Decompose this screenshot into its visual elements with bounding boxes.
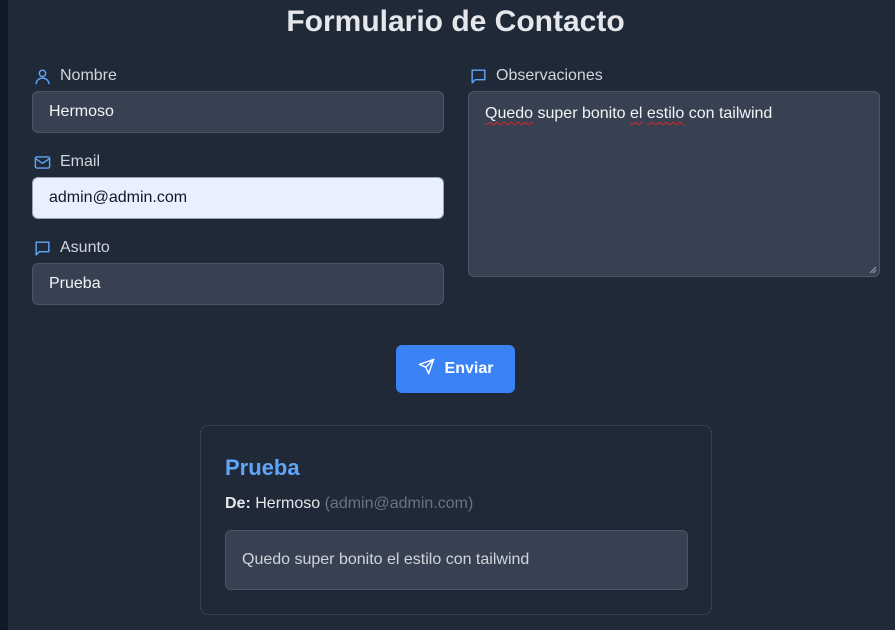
send-icon (418, 358, 435, 380)
email-input[interactable]: admin@admin.com (32, 177, 444, 219)
message-body-text: Quedo super bonito el estilo con tailwin… (242, 551, 530, 568)
email-label-text: Email (60, 153, 101, 170)
asunto-input[interactable]: Prueba (32, 263, 444, 305)
from-email: (admin@admin.com) (324, 495, 474, 512)
message-body: Quedo super bonito el estilo con tailwin… (225, 530, 688, 590)
asunto-label: Asunto (33, 238, 110, 258)
from-label: De: (225, 495, 251, 512)
observaciones-textarea[interactable]: Quedo super bonito el estilo con tailwin… (468, 91, 880, 277)
send-button-label: Enviar (444, 360, 494, 377)
spellcheck-word: el (630, 105, 643, 122)
message-subject: Prueba (225, 455, 300, 480)
send-button[interactable]: Enviar (396, 345, 515, 393)
spellcheck-word: Quedo (485, 105, 534, 122)
textarea-text: super bonito (533, 105, 630, 122)
observaciones-label: Observaciones (469, 66, 603, 86)
page-title: Formulario de Contacto (286, 5, 625, 38)
chat-icon (33, 239, 52, 258)
nombre-input[interactable]: Hermoso (32, 91, 444, 133)
textarea-text: con tailwind (684, 105, 773, 122)
resize-handle-icon[interactable] (869, 266, 877, 274)
message-card: Prueba De: Hermoso (admin@admin.com) Que… (200, 425, 712, 615)
mail-icon (33, 153, 52, 172)
from-name: Hermoso (255, 495, 321, 512)
user-icon (33, 67, 52, 86)
nombre-label: Nombre (33, 66, 117, 86)
chat-icon (469, 67, 488, 86)
observaciones-label-text: Observaciones (496, 67, 603, 84)
message-from: De: Hermoso (admin@admin.com) (225, 494, 473, 514)
spellcheck-word: estilo (646, 105, 685, 122)
asunto-input-value: Prueba (49, 275, 101, 292)
email-input-value: admin@admin.com (49, 189, 188, 206)
asunto-label-text: Asunto (60, 239, 110, 256)
left-edge-strip (0, 0, 8, 630)
nombre-input-value: Hermoso (49, 103, 114, 120)
email-label: Email (33, 152, 100, 172)
nombre-label-text: Nombre (60, 67, 117, 84)
